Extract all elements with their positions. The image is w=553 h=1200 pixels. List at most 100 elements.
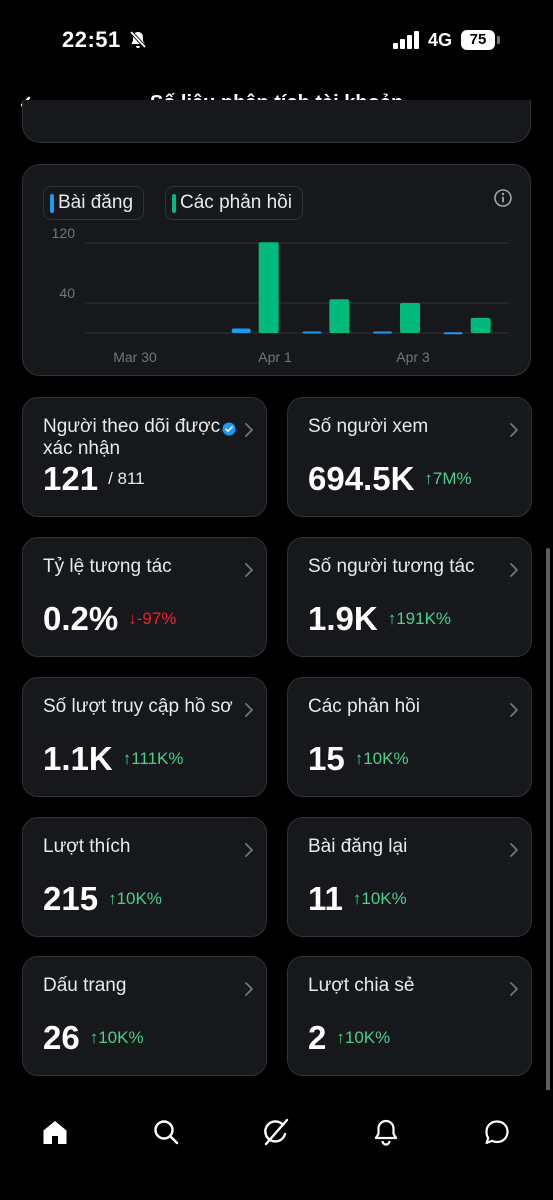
stat-change: ↓-97% xyxy=(128,609,176,628)
up-arrow-icon: ↑ xyxy=(89,1028,99,1047)
status-bar: 22:51 4G 75 xyxy=(0,0,553,80)
bell-off-icon xyxy=(128,30,148,55)
chevron-right-icon xyxy=(244,422,254,443)
activity-chart-card: 40 120 Mar 30 Apr 1 Apr 3 Bài đăng Các phản … xyxy=(22,164,531,376)
chevron-right-icon xyxy=(244,562,254,583)
stat-value-row: 215 ↑10K% xyxy=(43,880,162,918)
stat-value-row: 2 ↑10K% xyxy=(308,1019,390,1057)
messages-icon xyxy=(485,1120,509,1145)
stat-change: ↑10K% xyxy=(108,889,162,908)
up-arrow-icon: ↑ xyxy=(122,749,132,768)
stat-card-luot-thich[interactable]: Lượt thích 215 ↑10K% xyxy=(22,817,267,937)
stat-change-value: 10K% xyxy=(361,889,407,908)
up-arrow-icon: ↑ xyxy=(336,1028,345,1047)
bar-replies xyxy=(258,242,279,333)
stat-card-so-luot-truy-cap-ho-so[interactable]: Số lượt truy cập hồ sơ 1.1K ↑111K% xyxy=(22,677,267,797)
nav-messages[interactable] xyxy=(475,1110,519,1154)
up-arrow-icon: ↑ xyxy=(424,469,433,488)
stat-value: 121 xyxy=(43,460,99,497)
stat-label: Tỷ lệ tương tác xyxy=(43,556,172,577)
stat-card-luot-chia-se[interactable]: Lượt chia sẻ 2 ↑10K% xyxy=(287,956,532,1076)
x-tick-label: Apr 1 xyxy=(258,349,292,365)
chevron-right-icon xyxy=(244,702,254,723)
previous-card-bottom xyxy=(22,100,531,143)
chevron-right-icon xyxy=(509,562,519,583)
stat-card-cac-phan-hoi[interactable]: Các phản hồi 15 ↑10K% xyxy=(287,677,532,797)
nav-grok[interactable] xyxy=(254,1110,298,1154)
scrollbar[interactable] xyxy=(546,548,550,1093)
search-icon xyxy=(154,1120,179,1145)
nav-notifications[interactable] xyxy=(364,1110,408,1154)
legend-posts[interactable]: Bài đăng xyxy=(43,186,145,220)
network-type: 4G xyxy=(428,30,453,50)
nav-search[interactable] xyxy=(144,1110,188,1154)
bar-posts xyxy=(443,332,463,335)
stat-change-value: -97% xyxy=(136,609,177,628)
stat-change-value: 111K% xyxy=(131,749,184,768)
stat-card-nguoi-theo-doi-duoc-xac-nhan[interactable]: Người theo dõi được xác nhận 121 / 811 xyxy=(22,397,267,517)
stat-value: 1.1K xyxy=(43,740,113,777)
chevron-right-icon xyxy=(509,981,519,1002)
stat-card-so-nguoi-tuong-tac[interactable]: Số người tương tác 1.9K ↑191K% xyxy=(287,537,532,657)
stat-value: 0.2% xyxy=(43,600,119,637)
stat-change: ↑10K% xyxy=(353,889,407,908)
stat-value-row: 15 ↑10K% xyxy=(308,740,409,778)
up-arrow-icon: ↑ xyxy=(387,609,397,628)
stat-value-row: 694.5K ↑7M% xyxy=(308,460,472,498)
stat-label: Các phản hồi xyxy=(308,696,420,717)
stat-total: / 811 xyxy=(108,469,145,488)
stat-label: Lượt chia sẻ xyxy=(308,975,415,996)
chevron-right-icon xyxy=(509,702,519,723)
stat-value: 694.5K xyxy=(308,460,415,497)
nav-home[interactable] xyxy=(33,1110,77,1154)
stat-card-so-nguoi-xem[interactable]: Số người xem 694.5K ↑7M% xyxy=(287,397,532,517)
bar-posts xyxy=(373,331,392,334)
status-time: 22:51 xyxy=(62,27,121,52)
stat-value: 1.9K xyxy=(308,600,378,637)
stat-value-row: 11 ↑10K% xyxy=(308,880,407,918)
stat-change-value: 10K% xyxy=(363,749,409,768)
stat-card-bai-dang-lai[interactable]: Bài đăng lại 11 ↑10K% xyxy=(287,817,532,937)
grok-icon xyxy=(264,1118,289,1146)
x-tick-label: Mar 30 xyxy=(113,349,157,365)
bar-posts xyxy=(231,328,251,333)
stat-change: ↑191K% xyxy=(388,609,451,628)
signal-icon xyxy=(393,31,421,54)
stat-change: ↑111K% xyxy=(123,749,184,768)
stat-card-ty-le-tuong-tac[interactable]: Tỷ lệ tương tác 0.2% ↓-97% xyxy=(22,537,267,657)
stat-label: Người theo dõi được xác nhận xyxy=(43,416,221,459)
stat-value: 15 xyxy=(308,740,345,777)
stat-value-row: 1.1K ↑111K% xyxy=(43,740,184,778)
stat-label: Lượt thích xyxy=(43,836,131,857)
bar-replies xyxy=(329,299,350,333)
chevron-right-icon xyxy=(244,981,254,1002)
stat-card-dau-trang[interactable]: Dấu trang 26 ↑10K% xyxy=(22,956,267,1076)
chevron-right-icon xyxy=(509,842,519,863)
stat-label: Số lượt truy cập hồ sơ xyxy=(43,696,233,717)
legend-replies[interactable]: Các phản hồi xyxy=(165,186,303,220)
chevron-right-icon xyxy=(509,422,519,443)
battery-icon: 75 xyxy=(461,30,495,50)
battery-tip xyxy=(497,36,500,44)
legend-label-replies: Các phản hồi xyxy=(180,192,292,213)
stat-value-row: 1.9K ↑191K% xyxy=(308,600,451,638)
stat-value-row: 26 ↑10K% xyxy=(43,1019,144,1057)
stat-value-row: 0.2% ↓-97% xyxy=(43,600,176,638)
stat-change: ↑10K% xyxy=(355,749,409,768)
stat-change: ↑10K% xyxy=(336,1028,390,1047)
info-icon[interactable] xyxy=(493,188,513,213)
stat-change: ↑7M% xyxy=(424,469,471,488)
stat-change: ↑10K% xyxy=(90,1028,144,1047)
verified-badge-icon xyxy=(222,422,236,441)
y-tick-label: 120 xyxy=(52,225,76,241)
stat-value: 11 xyxy=(308,880,343,917)
legend-label-posts: Bài đăng xyxy=(58,192,134,213)
stat-label: Dấu trang xyxy=(43,975,127,996)
bar-replies xyxy=(400,303,420,333)
chevron-right-icon xyxy=(244,842,254,863)
x-tick-label: Apr 3 xyxy=(396,349,430,365)
up-arrow-icon: ↑ xyxy=(354,749,364,768)
stat-change-value: 7M% xyxy=(432,469,472,488)
stat-value-row: 121 / 811 xyxy=(43,460,145,498)
stat-change-value: 10K% xyxy=(98,1028,144,1047)
